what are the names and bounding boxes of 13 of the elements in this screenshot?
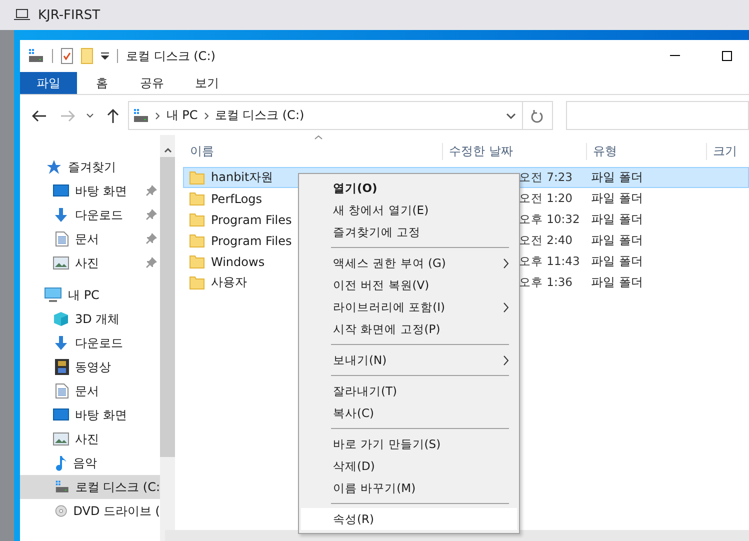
type-cell-text: 파일 폴더: [590, 253, 644, 270]
type-cell-text: 파일 폴더: [590, 232, 644, 249]
window-title: KJR-FIRST: [38, 8, 100, 22]
type-cell-text: 파일 폴더: [590, 211, 644, 228]
date-cell-text: 오전 7:23: [518, 170, 574, 185]
date-cell-text: 오전 2:40: [518, 233, 574, 248]
type-cell-text: 파일 폴더: [590, 169, 644, 186]
date-cell-text: 오후 1:36: [518, 275, 574, 290]
date-cell-text: 오전 1:20: [518, 191, 574, 206]
type-cell-text: 파일 폴더: [590, 190, 644, 207]
type-cell-text: 파일 폴더: [590, 274, 644, 291]
explorer-title: 로컬 디스크 (C:): [126, 48, 216, 64]
date-cell-text: 오후 10:32: [518, 212, 581, 227]
